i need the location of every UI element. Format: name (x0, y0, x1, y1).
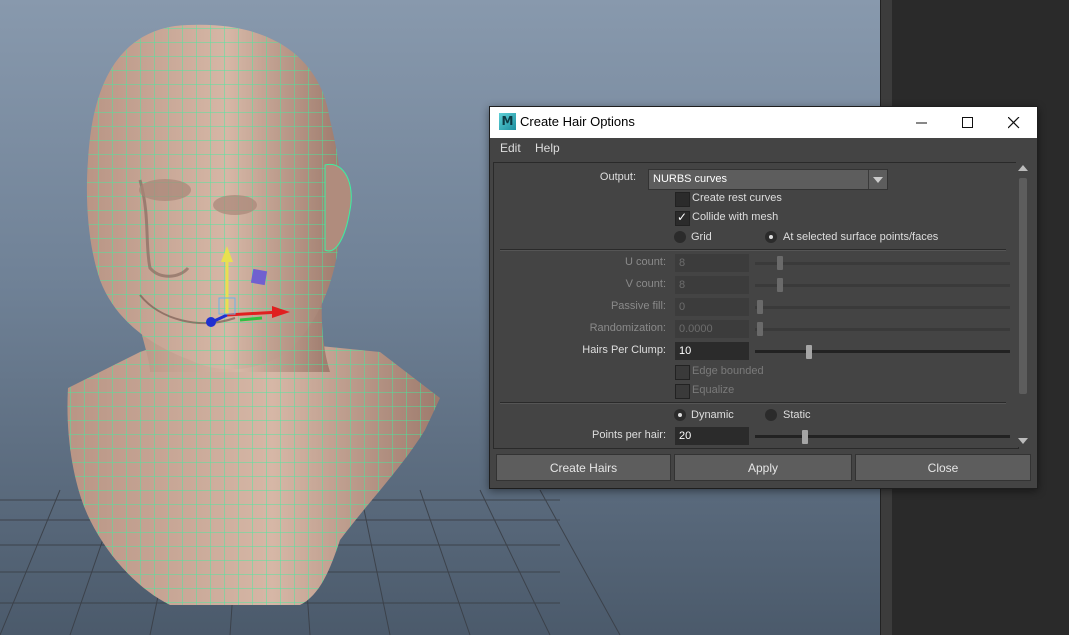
grid-label: Grid (691, 231, 712, 243)
collide-with-mesh-label: Collide with mesh (692, 211, 779, 223)
minimize-icon (916, 122, 927, 123)
selected-points-label: At selected surface points/faces (783, 231, 939, 243)
output-value: NURBS curves (653, 173, 727, 185)
title-bar[interactable]: M Create Hair Options (490, 107, 1037, 138)
output-label: Output: (599, 171, 636, 183)
hairs-per-clump-slider[interactable] (755, 345, 1010, 359)
u-count-slider[interactable] (755, 256, 1010, 270)
options-panel: Output: NURBS curves Create rest curves … (493, 162, 1019, 449)
checkmark-icon: ✓ (677, 210, 688, 224)
minimize-button[interactable] (899, 107, 945, 138)
dynamic-label: Dynamic (691, 409, 734, 421)
scroll-thumb[interactable] (1019, 178, 1027, 394)
slider-handle[interactable] (757, 300, 763, 314)
chevron-down-icon (868, 170, 887, 189)
randomization-field[interactable]: 0.0000 (675, 320, 749, 338)
v-count-field[interactable]: 8 (675, 276, 749, 294)
slider-handle[interactable] (777, 278, 783, 292)
create-hair-options-dialog: M Create Hair Options Edit Help Output: … (489, 106, 1038, 489)
close-window-button[interactable] (991, 107, 1037, 138)
vertical-scrollbar[interactable] (1016, 162, 1030, 447)
points-per-hair-slider[interactable] (755, 430, 1010, 444)
selected-points-radio[interactable] (765, 231, 777, 243)
slider-handle[interactable] (806, 345, 812, 359)
create-hairs-button[interactable]: Create Hairs (496, 454, 671, 481)
dynamic-radio[interactable] (674, 409, 686, 421)
edge-bounded-label: Edge bounded (692, 365, 764, 377)
collide-with-mesh-checkbox[interactable]: ✓ (675, 210, 690, 226)
passive-fill-field[interactable]: 0 (675, 298, 749, 316)
hairs-per-clump-label: Hairs Per Clump: (582, 344, 666, 356)
maximize-button[interactable] (945, 107, 991, 138)
scroll-up-icon[interactable] (1018, 165, 1028, 171)
output-dropdown[interactable]: NURBS curves (648, 169, 888, 190)
close-button[interactable]: Close (855, 454, 1031, 481)
slider-handle[interactable] (777, 256, 783, 270)
equalize-checkbox[interactable] (675, 384, 690, 399)
equalize-label: Equalize (692, 384, 735, 396)
static-radio[interactable] (765, 409, 777, 421)
separator (500, 249, 1006, 251)
maya-app-icon: M (499, 113, 516, 130)
menu-edit[interactable]: Edit (500, 141, 521, 155)
slider-handle[interactable] (802, 430, 808, 444)
create-rest-curves-label: Create rest curves (692, 192, 782, 204)
u-count-label: U count: (625, 256, 666, 268)
maximize-icon (962, 116, 973, 128)
randomization-label: Randomization: (589, 322, 666, 334)
points-per-hair-label: Points per hair: (592, 429, 666, 441)
static-label: Static (783, 409, 811, 421)
close-icon (1008, 116, 1020, 128)
create-rest-curves-checkbox[interactable] (675, 192, 690, 207)
scroll-down-icon[interactable] (1018, 438, 1028, 444)
v-count-slider[interactable] (755, 278, 1010, 292)
edge-bounded-checkbox[interactable] (675, 365, 690, 380)
slider-handle[interactable] (757, 322, 763, 336)
points-per-hair-field[interactable]: 20 (675, 427, 749, 445)
grid-radio[interactable] (674, 231, 686, 243)
randomization-slider[interactable] (755, 322, 1010, 336)
apply-button[interactable]: Apply (674, 454, 852, 481)
hairs-per-clump-field[interactable]: 10 (675, 342, 749, 360)
menu-help[interactable]: Help (535, 141, 560, 155)
u-count-field[interactable]: 8 (675, 254, 749, 272)
passive-fill-label: Passive fill: (610, 300, 666, 312)
window-title: Create Hair Options (520, 114, 635, 129)
menu-bar: Edit Help (490, 138, 1037, 160)
passive-fill-slider[interactable] (755, 300, 1010, 314)
separator (500, 402, 1006, 404)
v-count-label: V count: (625, 278, 666, 290)
